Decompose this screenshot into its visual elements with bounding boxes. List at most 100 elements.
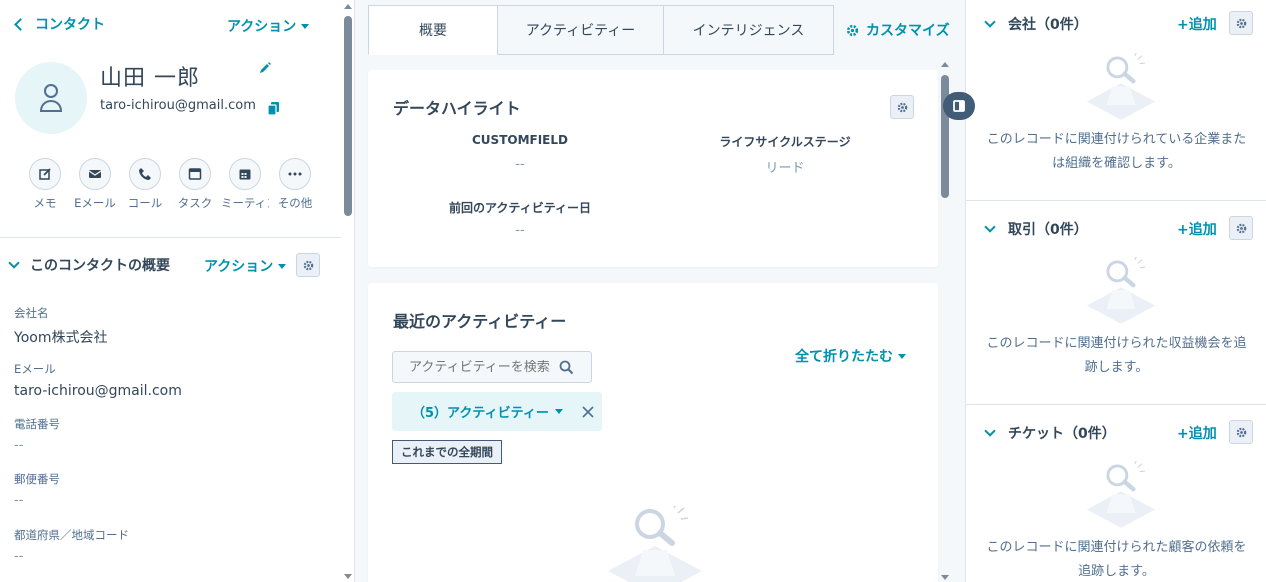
scroll-thumb[interactable] (344, 16, 352, 216)
scroll-down-icon[interactable] (941, 575, 949, 580)
highlight-value: -- (515, 157, 525, 172)
chevron-left-icon (14, 17, 27, 31)
gear-icon (846, 24, 859, 36)
property-region[interactable]: 都道府県／地域コード -- (14, 527, 129, 564)
recent-activity-card: 最近のアクティビティー 全て折りたたむ （5）アクティビティー これまでの全期間 (368, 283, 938, 582)
meeting-action-label: ミーティング (221, 196, 269, 210)
add-deal-button[interactable]: +追加 (1177, 219, 1217, 239)
property-label: 電話番号 (14, 417, 60, 431)
copy-icon[interactable] (267, 100, 279, 119)
chevron-down-icon (8, 257, 20, 269)
deals-settings-button[interactable] (1229, 216, 1253, 240)
contact-name[interactable]: 山田 一郎 (100, 60, 200, 92)
contact-record-page: コンタクト アクション 山田 一郎 taro-ichirou@gmail.com… (0, 0, 1266, 582)
chevron-down-icon (984, 425, 996, 437)
task-icon (188, 168, 202, 180)
property-label: 会社名 (14, 306, 49, 320)
tickets-section: チケット（0件） +追加 このレコードに関連付けられた顧客の依頼を追跡します。 (966, 408, 1266, 582)
section-title: チケット（0件） (1008, 426, 1116, 442)
add-company-button[interactable]: +追加 (1177, 14, 1217, 34)
filter-label: （5）アクティビティー (412, 406, 549, 421)
avatar[interactable] (15, 62, 87, 134)
task-action-button[interactable]: タスク (170, 158, 220, 211)
scroll-up-icon[interactable] (344, 4, 352, 9)
companies-section-toggle[interactable]: 会社（0件） (984, 14, 1088, 34)
scroll-thumb[interactable] (941, 75, 949, 198)
gear-icon (303, 260, 313, 270)
highlight-value: リード (765, 161, 805, 176)
empty-state-text: このレコードに関連付けられた収益機会を追跡します。 (986, 336, 1247, 375)
task-action-label: タスク (177, 196, 213, 210)
main-scrollbar[interactable] (938, 60, 952, 582)
add-ticket-button[interactable]: +追加 (1177, 423, 1217, 443)
email-icon (88, 170, 102, 178)
property-postal-code[interactable]: 郵便番号 -- (14, 471, 60, 508)
note-action-label: メモ (33, 196, 57, 210)
property-label: 郵便番号 (14, 472, 60, 486)
property-company[interactable]: 会社名 Yoom株式会社 (14, 305, 107, 347)
email-action-label: Eメール (74, 196, 116, 210)
highlight-value: -- (515, 223, 525, 238)
empty-state-text: このレコードに関連付けられた顧客の依頼を追跡します。 (986, 540, 1247, 579)
meeting-action-button[interactable]: ミーティング (220, 158, 270, 211)
record-tabs: 概要 アクティビティー インテリジェンス (368, 5, 834, 55)
customize-button[interactable]: カスタマイズ (846, 20, 950, 40)
companies-section: 会社（0件） +追加 このレコードに関連付けられている企業または組織を確認します… (966, 0, 1266, 200)
left-sidebar: コンタクト アクション 山田 一郎 taro-ichirou@gmail.com… (0, 0, 341, 582)
contact-actions-dropdown[interactable]: アクション (227, 16, 310, 36)
highlight-label: ライフサイクルステージ (719, 135, 851, 149)
tickets-settings-button[interactable] (1229, 420, 1253, 444)
property-phone[interactable]: 電話番号 -- (14, 416, 60, 453)
note-action-button[interactable]: メモ (20, 158, 70, 211)
empty-state-magnifier-icon (1086, 461, 1156, 528)
scroll-up-icon[interactable] (941, 62, 949, 67)
tab-overview[interactable]: 概要 (368, 5, 498, 55)
more-action-label: その他 (277, 196, 313, 210)
highlights-settings-button[interactable] (890, 95, 914, 119)
note-icon (39, 168, 51, 180)
summary-actions-dropdown[interactable]: アクション (204, 256, 287, 276)
scroll-down-icon[interactable] (344, 574, 352, 579)
collapse-all-label: 全て折りたたむ (795, 349, 893, 365)
person-icon (39, 84, 63, 112)
deals-section-toggle[interactable]: 取引（0件） (984, 219, 1088, 239)
summary-section-title: このコンタクトの概要 (30, 258, 170, 274)
more-icon (288, 172, 302, 176)
gear-icon (897, 102, 907, 112)
back-link-label: コンタクト (35, 17, 105, 33)
companies-settings-button[interactable] (1229, 11, 1253, 35)
back-to-contacts-link[interactable]: コンタクト (14, 14, 105, 34)
property-email[interactable]: Eメール taro-ichirou@gmail.com (14, 361, 182, 399)
more-action-button[interactable]: その他 (270, 158, 320, 211)
collapse-all-dropdown[interactable]: 全て折りたたむ (795, 346, 906, 366)
activity-filter-chip[interactable]: （5）アクティビティー (392, 392, 602, 431)
main-content: 概要 アクティビティー インテリジェンス カスタマイズ データハイライト CUS… (356, 0, 966, 582)
highlight-label: CUSTOMFIELD (472, 133, 568, 147)
chevron-down-icon (984, 16, 996, 28)
empty-state-magnifier-icon (608, 506, 702, 582)
deals-section: 取引（0件） +追加 このレコードに関連付けられた収益機会を追跡します。 (966, 204, 1266, 404)
gear-icon (1236, 427, 1246, 437)
call-icon (139, 168, 151, 180)
toggle-sidebar-button[interactable] (943, 92, 975, 120)
period-filter-tag[interactable]: これまでの全期間 (392, 440, 502, 464)
call-action-label: コール (127, 196, 163, 210)
summary-settings-button[interactable] (296, 253, 320, 277)
card-title: 最近のアクティビティー (393, 312, 567, 331)
tab-activities[interactable]: アクティビティー (497, 5, 664, 55)
highlight-label: 前回のアクティビティー日 (449, 201, 591, 215)
empty-state-text: このレコードに関連付けられている企業または組織を確認します。 (986, 132, 1247, 171)
email-action-button[interactable]: Eメール (70, 158, 120, 211)
summary-actions-label: アクション (204, 259, 274, 275)
edit-pencil-icon[interactable] (258, 60, 272, 79)
call-action-button[interactable]: コール (120, 158, 170, 211)
customize-label: カスタマイズ (866, 23, 950, 39)
tickets-section-toggle[interactable]: チケット（0件） (984, 423, 1116, 443)
left-scrollbar[interactable] (341, 0, 355, 582)
search-icon[interactable] (559, 360, 574, 375)
tab-intelligence[interactable]: インテリジェンス (663, 5, 834, 55)
activity-search-input[interactable] (409, 359, 549, 375)
close-icon[interactable] (582, 405, 594, 418)
summary-section-toggle[interactable]: このコンタクトの概要 (8, 255, 170, 275)
sidebar-toggle-icon (953, 100, 965, 112)
